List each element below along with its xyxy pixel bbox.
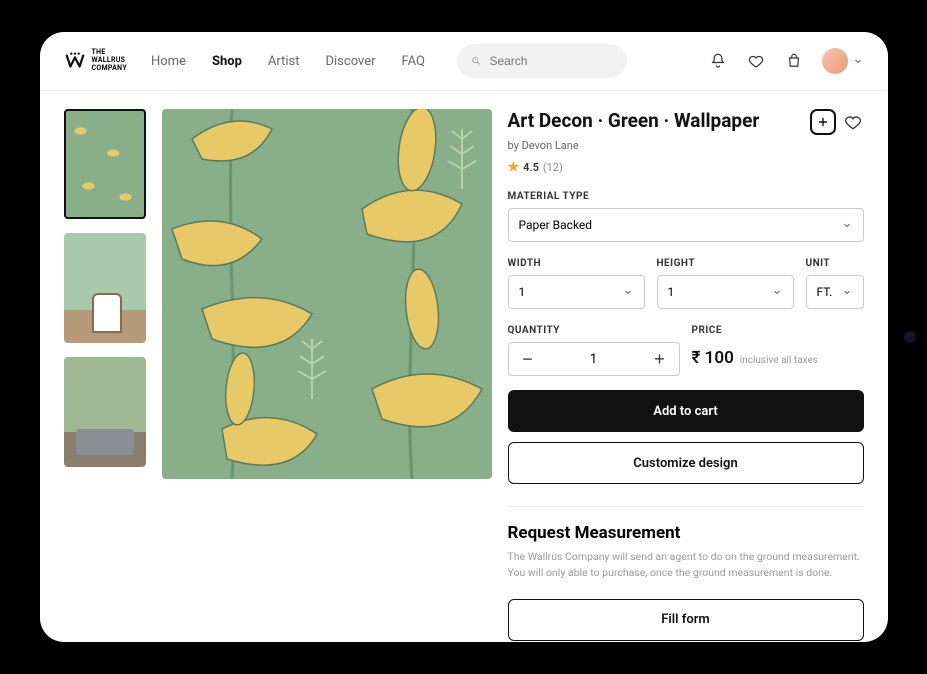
nav-item-artist[interactable]: Artist [268, 54, 300, 69]
product-title: Art Decon · Green · Wallpaper [508, 109, 802, 132]
heart-icon [747, 52, 765, 70]
product-rating[interactable]: ★ 4.5 (12) [508, 160, 864, 175]
brand-logo[interactable]: THE WALLRUS COMPANY [64, 49, 127, 72]
qty-decrement[interactable]: − [515, 349, 541, 370]
thumbnail-list [64, 109, 146, 641]
height-label: HEIGHT [657, 258, 794, 269]
tablet-frame: THE WALLRUS COMPANY Home Shop Artist Dis… [14, 14, 914, 660]
material-select[interactable]: Paper Backed [508, 208, 864, 242]
price-note: inclusive all taxes [740, 355, 818, 366]
rating-count: (12) [543, 161, 563, 174]
search-box[interactable] [457, 44, 627, 78]
chevron-down-icon [852, 55, 864, 67]
nav-item-discover[interactable]: Discover [325, 54, 375, 69]
price-display: ₹ 100 inclusive all taxes [692, 348, 864, 368]
thumbnail-3[interactable] [64, 357, 146, 467]
price-currency: ₹ [692, 348, 701, 368]
request-description: The Wallrus Company will send an agent t… [508, 549, 864, 581]
width-label: WIDTH [508, 258, 645, 269]
price-label: PRICE [692, 325, 864, 336]
main-nav: Home Shop Artist Discover FAQ [151, 54, 425, 69]
fill-form-button[interactable]: Fill form [508, 599, 864, 641]
unit-value: FT. [817, 285, 833, 299]
avatar [822, 48, 848, 74]
plus-icon [816, 115, 830, 129]
section-divider [508, 506, 864, 507]
chevron-down-icon [841, 286, 853, 298]
unit-label: UNIT [806, 258, 864, 269]
request-title: Request Measurement [508, 523, 864, 543]
chevron-down-icon [622, 286, 634, 298]
height-select[interactable]: 1 [657, 275, 794, 309]
star-icon: ★ [508, 160, 520, 175]
header-actions [708, 48, 864, 74]
heart-outline-icon [843, 112, 863, 132]
logo-text: THE WALLRUS COMPANY [92, 49, 127, 72]
product-page: Art Decon · Green · Wallpaper [40, 91, 888, 642]
search-input[interactable] [489, 54, 613, 68]
product-details: Art Decon · Green · Wallpaper [508, 109, 864, 641]
thumbnail-1[interactable] [64, 109, 146, 219]
search-icon [471, 55, 481, 67]
nav-item-shop[interactable]: Shop [212, 54, 242, 69]
quantity-label: QUANTITY [508, 325, 680, 336]
width-value: 1 [519, 285, 526, 299]
material-value: Paper Backed [519, 218, 593, 232]
profile-menu[interactable] [822, 48, 864, 74]
bag-icon [785, 52, 803, 70]
width-select[interactable]: 1 [508, 275, 645, 309]
customize-button[interactable]: Customize design [508, 442, 864, 484]
unit-select[interactable]: FT. [806, 275, 864, 309]
add-collection-button[interactable] [810, 109, 836, 135]
product-image[interactable] [162, 109, 492, 479]
price-amount: 100 [705, 348, 734, 368]
header: THE WALLRUS COMPANY Home Shop Artist Dis… [40, 32, 888, 91]
product-byline: by Devon Lane [508, 139, 864, 152]
nav-item-faq[interactable]: FAQ [402, 54, 425, 69]
cart-button[interactable] [784, 51, 804, 71]
quantity-stepper: − 1 + [508, 342, 680, 376]
height-value: 1 [668, 285, 675, 299]
tablet-camera [904, 331, 916, 343]
bell-icon [709, 52, 727, 70]
qty-increment[interactable]: + [647, 349, 673, 370]
favorite-button[interactable] [842, 111, 864, 133]
logo-icon [64, 50, 86, 72]
rating-value: 4.5 [523, 161, 539, 174]
qty-value: 1 [590, 352, 597, 367]
nav-item-home[interactable]: Home [151, 54, 186, 69]
chevron-down-icon [841, 219, 853, 231]
notifications-button[interactable] [708, 51, 728, 71]
wishlist-button[interactable] [746, 51, 766, 71]
artist-name[interactable]: Devon Lane [522, 139, 579, 152]
thumbnail-2[interactable] [64, 233, 146, 343]
add-to-cart-button[interactable]: Add to cart [508, 390, 864, 432]
app-screen: THE WALLRUS COMPANY Home Shop Artist Dis… [40, 32, 888, 642]
chevron-down-icon [771, 286, 783, 298]
material-label: MATERIAL TYPE [508, 191, 864, 202]
